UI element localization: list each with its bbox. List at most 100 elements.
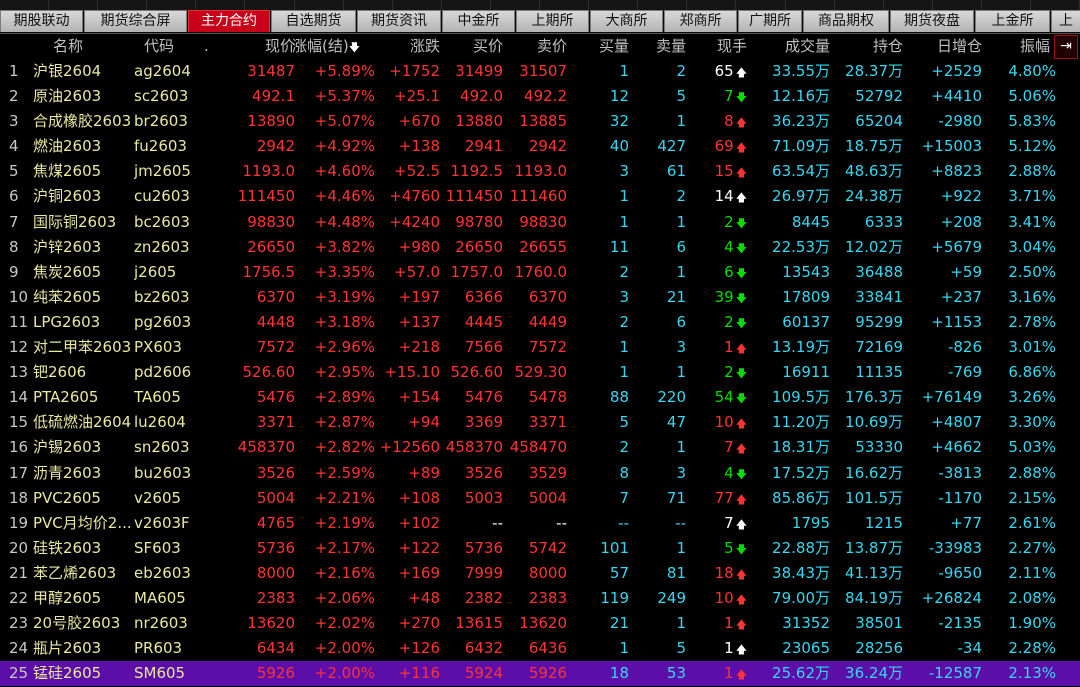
- tab-4[interactable]: 期货资讯: [357, 10, 441, 32]
- table-row[interactable]: 5 焦煤2605 jm2605 1193.0 +4.60% +52.5 1192.5 1193…: [0, 159, 1080, 184]
- table-row[interactable]: 20 硅铁2603 SF603 5736 +2.17% +122 5736 5742 101 1 2…: [0, 536, 1080, 561]
- cell-ask: 1760.0: [514, 262, 568, 281]
- col-oi-header[interactable]: 持仓: [833, 34, 903, 59]
- cell-oic: +2529: [931, 62, 982, 80]
- tab-11[interactable]: 期货夜盘: [890, 10, 974, 32]
- table-row[interactable]: 8 沪锌2603 zn2603 26650 +3.82% +980 26650 26655 11…: [0, 235, 1080, 260]
- top-menu-segment[interactable]: [540, 0, 590, 10]
- cell-amp: 2.11%: [1008, 563, 1056, 582]
- tab-0[interactable]: 期股联动: [0, 10, 83, 32]
- table-row[interactable]: 18 PVC2605 v2605 5004 +2.21% +108 5003 5004 7 71 8…: [0, 486, 1080, 511]
- cell-bv: 5: [619, 413, 629, 432]
- table-row[interactable]: 24 瓶片2603 PR603 6434 +2.00% +126 6432 6436 1 5 230…: [0, 636, 1080, 661]
- col-ask-vol-header[interactable]: 卖量: [626, 34, 686, 59]
- top-menu-segment[interactable]: [834, 0, 884, 10]
- tab-6[interactable]: 上期所: [516, 10, 589, 32]
- cell-price: 3371: [256, 413, 295, 432]
- table-row[interactable]: 14 PTA2605 TA605 5476 +2.89% +154 5476 5478 88 22…: [0, 385, 1080, 410]
- tab-1[interactable]: 期货综合屏: [84, 10, 187, 32]
- table-row[interactable]: 6 沪铜2603 cu2603 111450 +4.46% +4760 111450 1114…: [0, 184, 1080, 209]
- cell-code: v2605: [134, 488, 182, 507]
- arrow-down-icon: 🡇: [735, 266, 747, 280]
- cell-oi: 10.69万: [845, 413, 903, 432]
- col-oi-change-header[interactable]: 日增仓: [912, 34, 982, 59]
- top-menu-segment[interactable]: [245, 0, 295, 10]
- top-menu-segment[interactable]: [736, 0, 786, 10]
- top-menu-segment[interactable]: [490, 0, 541, 10]
- arrow-up-icon: 🡅: [735, 116, 747, 130]
- col-dot-header[interactable]: .: [204, 34, 216, 59]
- table-row[interactable]: 11 LPG2603 pg2603 4448 +3.18% +137 4445 4449 2 6 6…: [0, 310, 1080, 335]
- table-row[interactable]: 10 纯苯2605 bz2603 6370 +3.19% +197 6366 6370 3 21 1…: [0, 285, 1080, 310]
- table-row[interactable]: 15 低硫燃油2604 lu2604 3371 +2.87% +94 3369 3371 5 47…: [0, 410, 1080, 435]
- top-menu-segment[interactable]: [883, 0, 933, 10]
- top-menu-segment[interactable]: [0, 0, 50, 10]
- top-menu-segment[interactable]: [687, 0, 737, 10]
- top-menu-segment[interactable]: [589, 0, 639, 10]
- top-menu-segment[interactable]: [294, 0, 344, 10]
- col-amplitude-header[interactable]: 振幅: [1020, 34, 1054, 59]
- cell-last-vol: 4 🡇: [690, 235, 747, 261]
- pin-right-icon[interactable]: ⇥: [1054, 35, 1078, 59]
- table-row[interactable]: 2 原油2603 sc2603 492.1 +5.37% +25.1 492.0 492.2 1…: [0, 84, 1080, 109]
- col-code-header[interactable]: 代码: [144, 34, 204, 59]
- top-menu-segment[interactable]: [1030, 0, 1080, 10]
- col-change-header[interactable]: 涨跌: [370, 34, 440, 59]
- top-menu-segment[interactable]: [932, 0, 982, 10]
- last-vol-value: 1: [724, 639, 734, 658]
- arrow-up-icon: 🡅: [735, 668, 747, 682]
- col-price-header[interactable]: 现价: [225, 34, 295, 59]
- cell-oic: -12587: [928, 664, 982, 683]
- top-menu-segment[interactable]: [638, 0, 688, 10]
- col-bid-vol-header[interactable]: 买量: [569, 34, 629, 59]
- cell-oi: 13.87万: [845, 538, 903, 557]
- table-row[interactable]: 21 苯乙烯2603 eb2603 8000 +2.16% +169 7999 8000 57 8…: [0, 561, 1080, 586]
- last-vol-value: 15: [714, 162, 734, 181]
- cell-vol: 38.43万: [772, 563, 830, 582]
- tab-13[interactable]: 上: [1051, 10, 1080, 32]
- col-bid-header[interactable]: 买价: [433, 34, 503, 59]
- table-row[interactable]: 19 PVC月均价2... v2603F 4765 +2.19% +102 -- -- -- --…: [0, 511, 1080, 536]
- top-menu-segment[interactable]: [49, 0, 99, 10]
- table-row[interactable]: 4 燃油2603 fu2603 2942 +4.92% +138 2941 2942 40 427…: [0, 134, 1080, 159]
- col-last-vol-header[interactable]: 现手: [687, 34, 747, 59]
- tab-5[interactable]: 中金所: [442, 10, 515, 32]
- table-row[interactable]: 25 锰硅2605 SM605 5926 +2.00% +116 5924 5926 18 53 2…: [0, 661, 1080, 687]
- tab-10[interactable]: 商品期权: [803, 10, 889, 32]
- table-row[interactable]: 13 钯2606 pd2606 526.60 +2.95% +15.10 526.60 529…: [0, 360, 1080, 385]
- col-change-pct-header[interactable]: 涨幅(结)🡇: [290, 34, 360, 59]
- table-row[interactable]: 1 沪银2604 ag2604 31487 +5.89% +1752 31499 31507 1…: [0, 59, 1080, 84]
- cell-name: 瓶片2603: [33, 639, 102, 658]
- top-menu-segment[interactable]: [343, 0, 393, 10]
- table-row[interactable]: 3 合成橡胶2603 br2603 13890 +5.07% +670 13880 13885…: [0, 109, 1080, 134]
- col-name-header[interactable]: 名称: [53, 34, 113, 59]
- top-menu-segment[interactable]: [98, 0, 148, 10]
- table-row[interactable]: 7 国际铜2603 bc2603 98830 +4.48% +4240 98780 98830…: [0, 210, 1080, 235]
- col-ask-header[interactable]: 卖价: [497, 34, 567, 59]
- tab-8[interactable]: 郑商所: [664, 10, 737, 32]
- top-menu-segment[interactable]: [441, 0, 491, 10]
- col-volume-header[interactable]: 成交量: [760, 34, 830, 59]
- top-menu-segment[interactable]: [147, 0, 197, 10]
- cell-bv: 1: [619, 639, 629, 658]
- cell-amp: 5.06%: [1008, 87, 1056, 106]
- top-menu-segment[interactable]: [196, 0, 246, 10]
- cell-last-vol: 8 🡅: [690, 109, 747, 135]
- top-menu-segment[interactable]: [785, 0, 835, 10]
- table-row[interactable]: 12 对二甲苯2603 PX603 7572 +2.96% +218 7566 7572 1 3 1…: [0, 335, 1080, 360]
- table-row[interactable]: 22 甲醇2605 MA605 2383 +2.06% +48 2382 2383 119 249…: [0, 586, 1080, 611]
- tab-7[interactable]: 大商所: [590, 10, 663, 32]
- top-menu-segment[interactable]: [981, 0, 1031, 10]
- table-row[interactable]: 9 焦炭2605 j2605 1756.5 +3.35% +57.0 1757.0 1760.…: [0, 260, 1080, 285]
- tab-9[interactable]: 广期所: [738, 10, 802, 32]
- table-row[interactable]: 16 沪锡2603 sn2603 458370 +2.82% +12560 458370 45…: [0, 435, 1080, 460]
- cell-amp: 4.80%: [1008, 62, 1056, 80]
- cell-name: 焦炭2605: [33, 262, 102, 281]
- tab-2[interactable]: 主力合约: [188, 10, 270, 32]
- last-vol-value: 1: [724, 664, 734, 683]
- top-menu-segment[interactable]: [392, 0, 442, 10]
- table-row[interactable]: 23 20号胶2603 nr2603 13620 +2.02% +270 13615 1362…: [0, 611, 1080, 636]
- tab-12[interactable]: 上金所: [975, 10, 1050, 32]
- table-row[interactable]: 17 沥青2603 bu2603 3526 +2.59% +89 3526 3529 8 3 17.…: [0, 461, 1080, 486]
- tab-3[interactable]: 自选期货: [271, 10, 356, 32]
